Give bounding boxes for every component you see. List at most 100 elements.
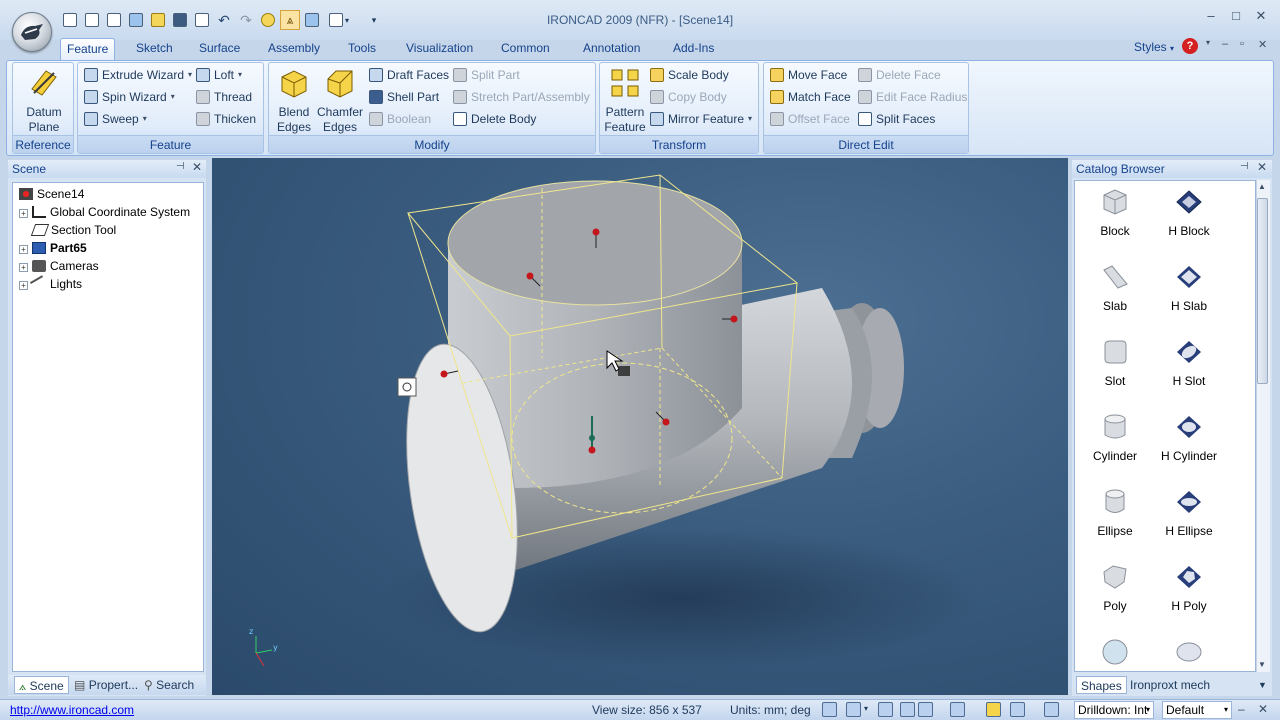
split-faces-button[interactable]: Split Faces	[858, 109, 935, 129]
shell-part-button[interactable]: Shell Part	[369, 87, 439, 107]
tab-scene[interactable]: ⟑ Scene	[14, 676, 69, 694]
thread-button[interactable]: Thread	[196, 87, 252, 107]
catalog-item-poly[interactable]: Poly	[1075, 562, 1155, 613]
drilldown-select[interactable]: Drilldown: Int ▾	[1074, 701, 1154, 719]
camera-tool-icon[interactable]	[950, 702, 965, 717]
match-face-button[interactable]: Match Face	[770, 87, 851, 107]
catalog-item-block[interactable]: Block	[1075, 187, 1155, 238]
pattern-feature-button[interactable]: Pattern Feature	[602, 67, 648, 135]
zoom-icon[interactable]	[846, 702, 861, 717]
expand-icon[interactable]: +	[19, 245, 28, 254]
catalog-item-h-slot[interactable]: H Slot	[1149, 337, 1229, 388]
part-display-icon[interactable]	[1010, 702, 1025, 717]
thicken-button[interactable]: Thicken	[196, 109, 256, 129]
catalog-scrollbar-thumb[interactable]	[1257, 198, 1268, 384]
doc-minimize-button[interactable]: –	[1222, 38, 1228, 50]
ironcad-website-link[interactable]: http://www.ironcad.com	[10, 703, 134, 717]
catalog-item-slot[interactable]: Slot	[1075, 337, 1155, 388]
scroll-up-icon[interactable]: ▲	[1258, 182, 1266, 191]
tree-item-part65[interactable]: + Part65	[19, 239, 87, 257]
catalog-close-icon[interactable]: ✕	[1257, 160, 1267, 174]
tab-ironproxt-mech[interactable]: Ironproxt mech	[1130, 676, 1210, 694]
split-part-button[interactable]: Split Part	[453, 65, 520, 85]
chamfer-edges-button[interactable]: Chamfer Edges	[317, 67, 363, 135]
scale-body-button[interactable]: Scale Body	[650, 65, 729, 85]
3d-model-view[interactable]: z y	[212, 158, 1068, 695]
sweep-button[interactable]: Sweep ▾	[84, 109, 147, 129]
blend-edges-button[interactable]: Blend Edges	[273, 67, 315, 135]
tab-tools[interactable]: Tools	[342, 38, 382, 60]
style-select[interactable]: Default ▾	[1162, 701, 1232, 719]
catalog-item-sphere[interactable]	[1075, 637, 1155, 674]
tab-sketch[interactable]: Sketch	[130, 38, 179, 60]
move-face-button[interactable]: Move Face	[770, 65, 847, 85]
catalog-item-ellipse[interactable]: Ellipse	[1075, 487, 1155, 538]
zoom-window-icon[interactable]	[822, 702, 837, 717]
sketch-tool-icon[interactable]	[986, 702, 1001, 717]
offset-face-button[interactable]: Offset Face	[770, 109, 850, 129]
tab-shapes[interactable]: Shapes	[1076, 676, 1127, 694]
extrude-wizard-button[interactable]: Extrude Wizard ▾	[84, 65, 192, 85]
catalog-tabs-dropdown-icon[interactable]: ▼	[1258, 676, 1267, 694]
expand-icon[interactable]: +	[19, 281, 28, 290]
mirror-feature-button[interactable]: Mirror Feature ▾	[650, 109, 752, 129]
stretch-part-assembly-button[interactable]: Stretch Part/Assembly	[453, 87, 590, 107]
catalog-item-cylinder[interactable]: Cylinder	[1075, 412, 1155, 463]
tab-add-ins[interactable]: Add-Ins	[667, 38, 720, 60]
catalog-item-slab[interactable]: Slab	[1075, 262, 1155, 313]
view-orientation-icon[interactable]	[918, 702, 933, 717]
tab-visualization[interactable]: Visualization	[400, 38, 479, 60]
expand-icon[interactable]: +	[19, 209, 28, 218]
loft-button[interactable]: Loft ▾	[196, 65, 242, 85]
catalog-item-h-poly[interactable]: H Poly	[1149, 562, 1229, 613]
boolean-button[interactable]: Boolean	[369, 109, 431, 129]
scroll-down-icon[interactable]: ▼	[1258, 660, 1266, 669]
tree-item-section-tool[interactable]: Section Tool	[30, 221, 116, 239]
pin-icon[interactable]: ⊣	[176, 161, 185, 172]
tree-item-lights[interactable]: + Lights	[19, 275, 82, 293]
status-minimize-icon[interactable]: –	[1238, 702, 1245, 716]
delete-body-button[interactable]: Delete Body	[453, 109, 536, 129]
tab-annotation[interactable]: Annotation	[577, 38, 646, 60]
styles-menu[interactable]: Styles ▾	[1134, 40, 1174, 54]
draft-faces-button[interactable]: Draft Faces	[369, 65, 449, 85]
tab-search[interactable]: ⚲ Search	[144, 676, 194, 694]
tab-properties[interactable]: ▤ Propert...	[74, 676, 138, 694]
tree-item-global-coordinate-system[interactable]: + Global Coordinate System	[19, 203, 190, 221]
maximize-button[interactable]: □	[1225, 8, 1247, 28]
catalog-item-h-ellipse[interactable]: H Ellipse	[1149, 487, 1229, 538]
tab-feature[interactable]: Feature	[60, 38, 116, 60]
application-menu-button[interactable]	[12, 12, 52, 52]
edit-face-radius-button[interactable]: Edit Face Radius	[858, 87, 967, 107]
doc-restore-button[interactable]: ▫	[1240, 38, 1244, 50]
help-icon[interactable]: ?	[1182, 38, 1198, 54]
tab-surface[interactable]: Surface	[193, 38, 246, 60]
catalog-pin-icon[interactable]: ⊣	[1240, 161, 1249, 172]
anchor-handle-icon[interactable]	[397, 377, 417, 397]
spin-wizard-button[interactable]: Spin Wizard ▾	[84, 87, 175, 107]
delete-face-button[interactable]: Delete Face	[858, 65, 941, 85]
catalog-item-h-slab[interactable]: H Slab	[1149, 262, 1229, 313]
status-close-icon[interactable]: ✕	[1258, 702, 1268, 716]
catalog-item-h-block[interactable]: H Block	[1149, 187, 1229, 238]
render-icon[interactable]	[900, 702, 915, 717]
3d-viewport[interactable]: z y	[212, 158, 1068, 695]
top-face[interactable]	[447, 180, 743, 306]
zoom-dropdown-icon[interactable]: ▾	[864, 704, 868, 713]
close-button[interactable]: ✕	[1250, 8, 1272, 28]
minimize-button[interactable]: –	[1200, 8, 1222, 28]
doc-close-button[interactable]: ✕	[1258, 38, 1267, 51]
datum-plane-button[interactable]: Datum Plane	[17, 67, 71, 135]
catalog-item-h-sphere[interactable]	[1149, 637, 1229, 674]
shading-mode-icon[interactable]	[878, 702, 893, 717]
layers-icon[interactable]	[1044, 702, 1059, 717]
scene-panel-close-icon[interactable]: ✕	[192, 160, 202, 174]
copy-body-button[interactable]: Copy Body	[650, 87, 727, 107]
tab-common[interactable]: Common	[495, 38, 556, 60]
tree-item-scene[interactable]: Scene14	[19, 185, 84, 203]
catalog-item-h-cylinder[interactable]: H Cylinder	[1149, 412, 1229, 463]
help-dropdown-icon[interactable]: ▾	[1206, 38, 1210, 47]
tab-assembly[interactable]: Assembly	[262, 38, 326, 60]
tree-item-cameras[interactable]: + Cameras	[19, 257, 99, 275]
expand-icon[interactable]: +	[19, 263, 28, 272]
